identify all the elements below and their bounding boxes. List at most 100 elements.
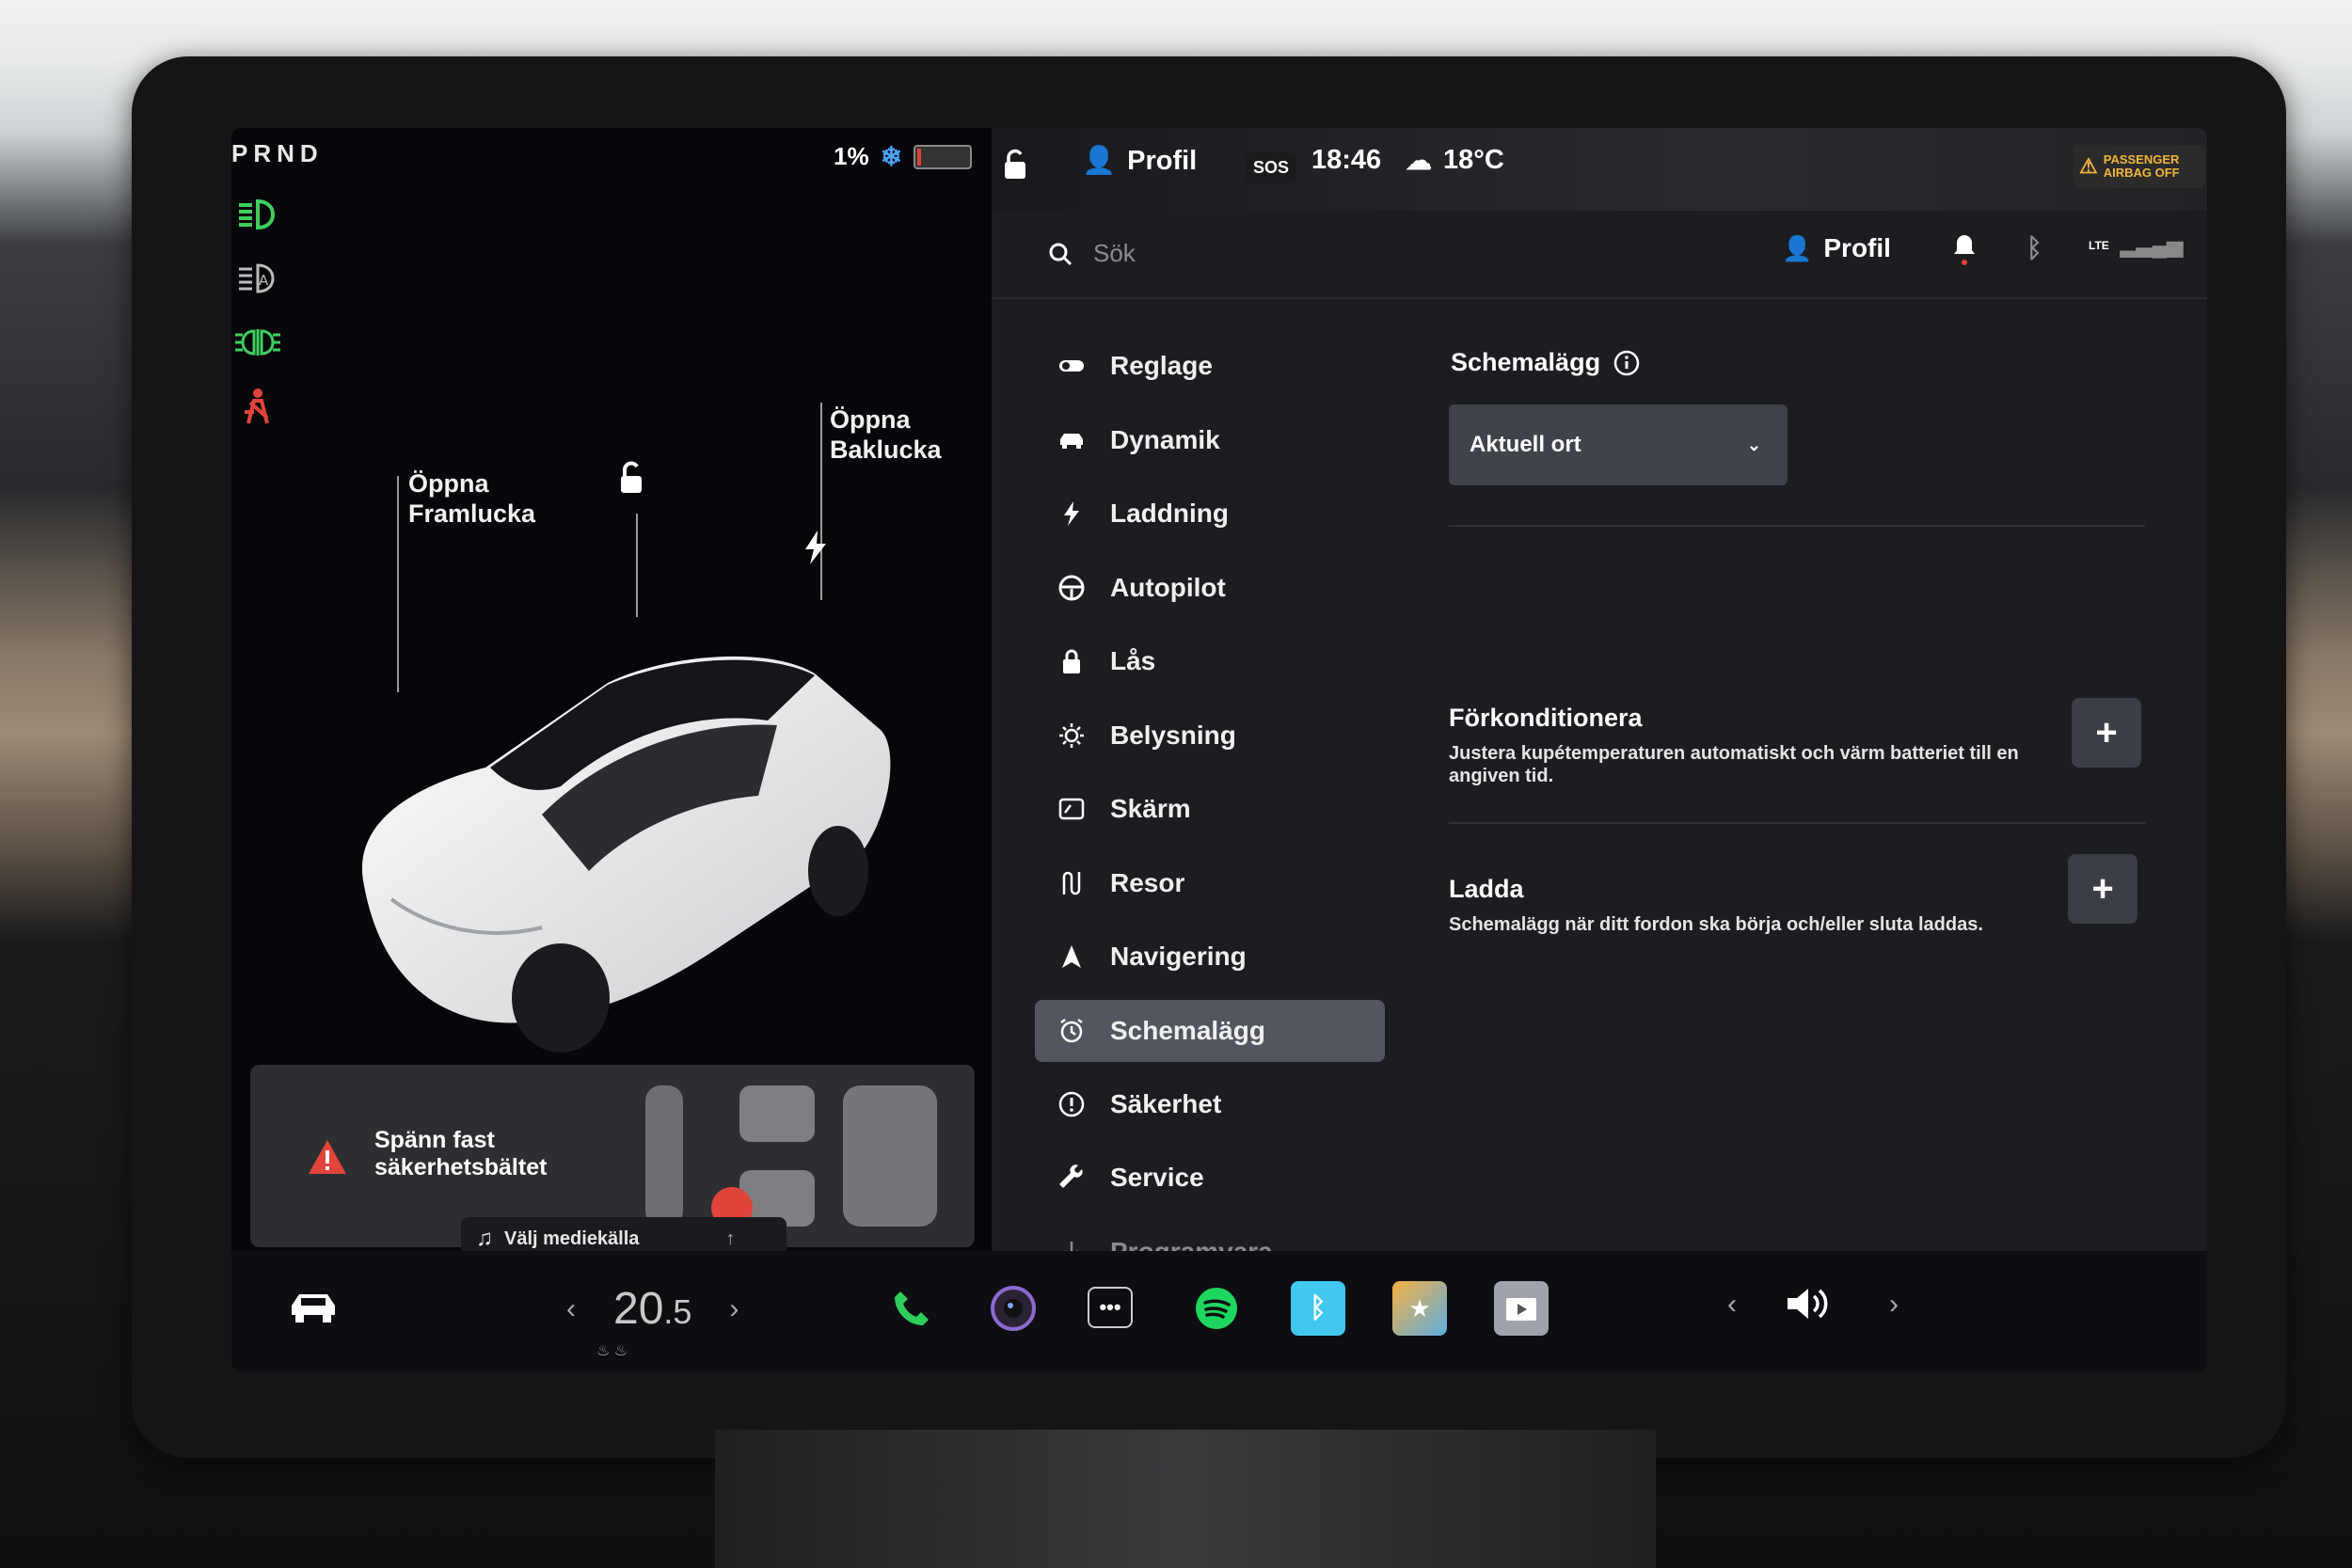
seatbelt-warning-icon [245,388,269,424]
divider [1449,822,2145,824]
menu-item-las[interactable]: Lås [1035,625,1385,699]
temp-increase-button[interactable]: › [729,1293,739,1325]
notification-bell-icon[interactable] [1953,233,1976,265]
charge-description: Schemalägg när ditt fordon ska börja och… [1449,914,1983,935]
battery-status: 1% ❄ [834,141,973,172]
seat-map-image [645,1085,937,1228]
menu-item-schemalagg[interactable]: Schemalägg [1035,999,1385,1062]
menu-item-service[interactable]: Service [1035,1141,1385,1215]
gear-indicator: PRND [231,139,324,167]
schedule-header: Schemalägg [1451,348,1640,377]
lock-icon [1063,649,1080,674]
profile-button[interactable]: 👤 Profil [1782,233,1891,263]
settings-panel: 👤 Profil SOS 18:46 ☁ 18°C ⚠ PASSENGER AI… [992,128,2207,1266]
warning-triangle-icon [309,1140,346,1174]
menu-item-reglage[interactable]: Reglage [1035,329,1385,404]
precondition-description: Justera kupétemperaturen automatiskt och… [1449,743,2019,786]
settings-menu: Reglage Dynamik Laddning Autopilot Lås B… [1035,329,1385,1289]
menu-item-skarm[interactable]: Skärm [1035,772,1385,847]
menu-item-laddning[interactable]: Laddning [1035,477,1385,551]
bluetooth-app-icon[interactable]: ᛒ [1291,1281,1345,1336]
chevron-down-icon: ⌄ [1746,435,1761,454]
open-frunk-button[interactable]: Öppna Framlucka [408,468,535,529]
sos-button[interactable]: SOS [1246,152,1297,183]
toybox-app-icon[interactable]: ★ [1392,1281,1447,1336]
fog-light-icon [235,329,280,356]
seat-heater-icon[interactable]: ♨ ♨ [596,1341,628,1360]
theater-app-icon[interactable] [1494,1281,1549,1336]
volume-next-button[interactable]: › [1889,1289,1899,1321]
menu-item-belysning[interactable]: Belysning [1035,699,1385,773]
car-controls-icon[interactable] [288,1287,339,1324]
headlight-on-icon [239,198,276,230]
steering-wheel-icon [1058,575,1085,601]
auto-headlight-icon: A [239,263,275,293]
open-trunk-button[interactable]: Öppna Baklucka [830,404,942,465]
lte-signal-icon: LTE ▂▃▄▅ [2089,233,2184,257]
charge-port-bolt-icon [805,531,826,564]
menu-item-resor[interactable]: Resor [1035,847,1385,921]
cloud-icon: ☁ [1406,146,1432,175]
airbag-off-icon: ⚠ [2079,154,2098,178]
menu-item-navigering[interactable]: Navigering [1035,920,1385,994]
bolt-icon [1064,501,1079,527]
battery-icon [914,144,973,169]
screen-stand [715,1430,1656,1568]
add-precondition-button[interactable]: + [2072,698,2141,768]
info-icon[interactable] [1613,350,1640,376]
climate-temperature[interactable]: ‹ 20.5 › [566,1283,739,1335]
exclamation-circle-icon [1058,1091,1085,1117]
snowflake-icon: ❄ [880,142,903,171]
divider [1449,525,2145,527]
alert-line-1: Spänn fast [374,1127,495,1153]
status-bar: 👤 Profil SOS 18:46 ☁ 18°C ⚠ PASSENGER AI… [992,128,2207,211]
phone-app-icon[interactable] [884,1281,939,1336]
menu-item-sakerhet[interactable]: Säkerhet [1035,1068,1385,1142]
temp-whole: 20 [613,1284,664,1334]
navigation-icon [1062,945,1081,969]
lock-open-icon[interactable] [1001,149,1029,181]
svg-text:A: A [259,272,269,289]
arrow-up-icon: ↑ [725,1227,736,1249]
car-icon [1060,433,1083,449]
spotify-app-icon[interactable] [1189,1281,1244,1336]
passenger-airbag-indicator: ⚠ PASSENGER AIRBAG OFF [2074,145,2205,188]
unlock-icon[interactable] [612,459,649,497]
music-note-icon: ♫ [476,1226,493,1251]
car-status-panel: PRND A 1% ❄ Öppna Framlucka Öppna Bakluc… [231,128,992,1260]
menu-item-dynamik[interactable]: Dynamik [1035,404,1385,478]
search-input[interactable]: Sök [1048,239,1136,268]
clock: 18:46 [1311,145,1382,175]
display-icon [1058,799,1085,820]
temp-decrease-button[interactable]: ‹ [566,1293,576,1325]
toggle-icon [1059,360,1084,372]
alarm-clock-icon [1060,1018,1083,1042]
volume-previous-button[interactable]: ‹ [1727,1289,1737,1321]
media-source-label: Välj mediekälla [504,1227,640,1249]
car-model-image [361,656,891,1053]
search-icon [1049,243,1073,265]
trips-icon [1062,871,1081,895]
battery-percent: 1% [834,142,869,170]
menu-item-autopilot[interactable]: Autopilot [1035,551,1385,626]
charge-title: Ladda [1449,875,1524,903]
location-dropdown[interactable]: Aktuell ort ⌄ [1449,404,1788,485]
person-icon: 👤 [1082,146,1117,176]
volume-icon[interactable] [1784,1283,1836,1324]
outside-temperature: ☁ 18°C [1406,145,1504,175]
more-apps-icon[interactable]: ••• [1088,1287,1133,1328]
bluetooth-icon[interactable]: ᛒ [2026,233,2042,263]
search-header: Sök 👤 Profil ᛒ LTE ▂▃▄▅ [992,211,2207,299]
bottom-dock: ‹ 20.5 › ♨ ♨ ••• ᛒ ★ ‹ › [231,1251,2207,1371]
precondition-title: Förkonditionera [1449,704,1643,732]
alert-line-2: säkerhetsbältet [374,1154,548,1180]
sun-icon [1059,722,1084,748]
profile-button-top[interactable]: 👤 Profil [1082,145,1197,177]
add-charge-button[interactable]: + [2068,854,2137,924]
person-icon: 👤 [1782,233,1813,262]
temp-decimal: .5 [663,1292,692,1331]
wrench-icon [1059,1164,1083,1189]
charge-section: Ladda Schemalägg när ditt fordon ska bör… [1449,875,2032,936]
precondition-section: Förkonditionera Justera kupétemperaturen… [1449,704,2032,787]
camera-app-icon[interactable] [986,1281,1041,1336]
